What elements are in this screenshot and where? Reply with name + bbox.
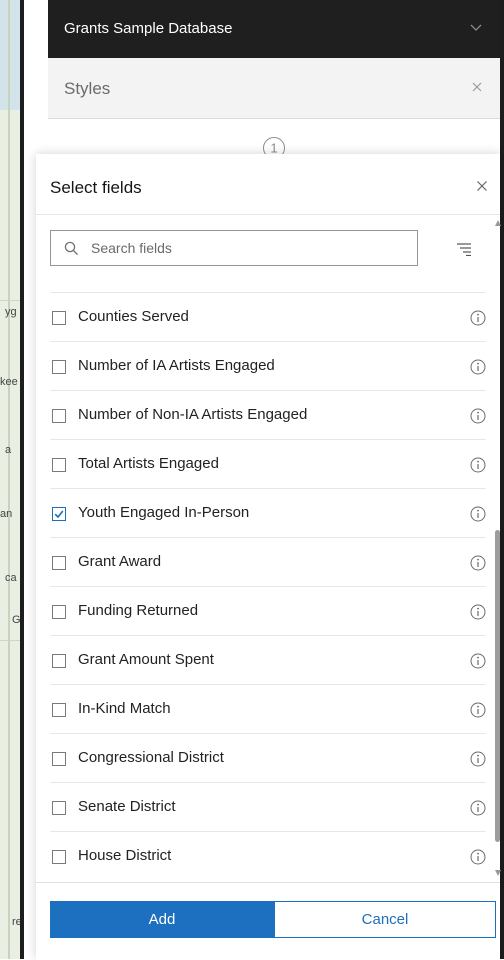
field-row[interactable]: Youth Engaged In-Person xyxy=(50,488,486,537)
field-label: Congressional District xyxy=(78,749,224,766)
field-row[interactable]: In-Kind Match xyxy=(50,684,486,733)
info-icon[interactable] xyxy=(470,310,486,326)
info-icon[interactable] xyxy=(470,359,486,375)
sort-filter-icon[interactable] xyxy=(456,242,472,256)
field-checkbox[interactable] xyxy=(52,311,66,325)
field-label: Number of IA Artists Engaged xyxy=(78,357,275,374)
field-label: Funding Returned xyxy=(78,602,199,619)
field-checkbox[interactable] xyxy=(52,801,66,815)
window-border xyxy=(500,0,504,959)
close-icon[interactable] xyxy=(476,180,488,192)
info-icon[interactable] xyxy=(470,506,486,522)
field-label: Youth Engaged In-Person xyxy=(78,504,250,521)
layer-title: Grants Sample Database xyxy=(64,20,233,37)
map-label: ca xyxy=(5,572,17,584)
field-checkbox[interactable] xyxy=(52,850,66,864)
field-checkbox[interactable] xyxy=(52,752,66,766)
checkmark-icon xyxy=(54,510,64,519)
map-label: an xyxy=(0,508,13,520)
info-icon[interactable] xyxy=(470,408,486,424)
scrollbar[interactable] xyxy=(495,220,501,880)
search-icon xyxy=(64,241,78,255)
field-label: Senate District xyxy=(78,798,176,815)
scrollbar-thumb[interactable] xyxy=(495,530,500,842)
info-icon[interactable] xyxy=(470,751,486,767)
map-label: yg xyxy=(5,306,17,318)
field-row[interactable]: Number of Non-IA Artists Engaged xyxy=(50,390,486,439)
info-icon[interactable] xyxy=(470,800,486,816)
field-row[interactable]: Total Artists Engaged xyxy=(50,439,486,488)
info-icon[interactable] xyxy=(470,849,486,865)
field-checkbox[interactable] xyxy=(52,409,66,423)
field-row[interactable]: House District xyxy=(50,831,486,880)
field-row[interactable]: Funding Returned xyxy=(50,586,486,635)
field-label: In-Kind Match xyxy=(78,700,171,717)
search-input[interactable] xyxy=(91,231,411,265)
info-icon[interactable] xyxy=(470,702,486,718)
scroll-up-arrow[interactable] xyxy=(495,220,501,226)
scroll-down-arrow[interactable] xyxy=(495,870,501,876)
info-icon[interactable] xyxy=(470,604,486,620)
map-label: kee xyxy=(0,376,18,388)
field-list: Counties Served Number of IA Artists Eng… xyxy=(50,292,486,880)
dialog-footer: Add Cancel xyxy=(36,882,500,960)
info-icon[interactable] xyxy=(470,653,486,669)
field-label: Total Artists Engaged xyxy=(78,455,219,472)
field-label: Grant Amount Spent xyxy=(78,651,214,668)
field-checkbox[interactable] xyxy=(52,654,66,668)
info-icon[interactable] xyxy=(470,555,486,571)
field-checkbox[interactable] xyxy=(52,703,66,717)
styles-title: Styles xyxy=(64,79,111,98)
field-label: Number of Non-IA Artists Engaged xyxy=(78,406,308,423)
map-road xyxy=(8,0,10,959)
layer-header[interactable]: Grants Sample Database xyxy=(48,0,500,58)
chevron-down-icon[interactable] xyxy=(470,24,482,32)
field-label: House District xyxy=(78,847,172,864)
field-row[interactable]: Number of IA Artists Engaged xyxy=(50,341,486,390)
cancel-button[interactable]: Cancel xyxy=(274,901,496,938)
info-icon[interactable] xyxy=(470,457,486,473)
select-fields-dialog: Select fields Counties Served Number of … xyxy=(36,154,501,960)
field-row[interactable]: Grant Amount Spent xyxy=(50,635,486,684)
field-checkbox[interactable] xyxy=(52,458,66,472)
field-row[interactable]: Senate District xyxy=(50,782,486,831)
styles-panel-header: Styles xyxy=(48,58,500,119)
map-label: a xyxy=(5,444,12,456)
field-checkbox-checked[interactable] xyxy=(52,507,66,521)
dialog-title: Select fields xyxy=(50,178,142,197)
field-label: Counties Served xyxy=(78,308,189,325)
field-checkbox[interactable] xyxy=(52,360,66,374)
close-icon[interactable] xyxy=(472,82,482,92)
divider xyxy=(36,214,500,215)
field-row[interactable]: Grant Award xyxy=(50,537,486,586)
add-button[interactable]: Add xyxy=(50,901,274,938)
field-checkbox[interactable] xyxy=(52,605,66,619)
search-box xyxy=(50,230,418,266)
field-label: Grant Award xyxy=(78,553,162,570)
field-row[interactable]: Counties Served xyxy=(50,292,486,341)
field-checkbox[interactable] xyxy=(52,556,66,570)
field-row[interactable]: Congressional District xyxy=(50,733,486,782)
